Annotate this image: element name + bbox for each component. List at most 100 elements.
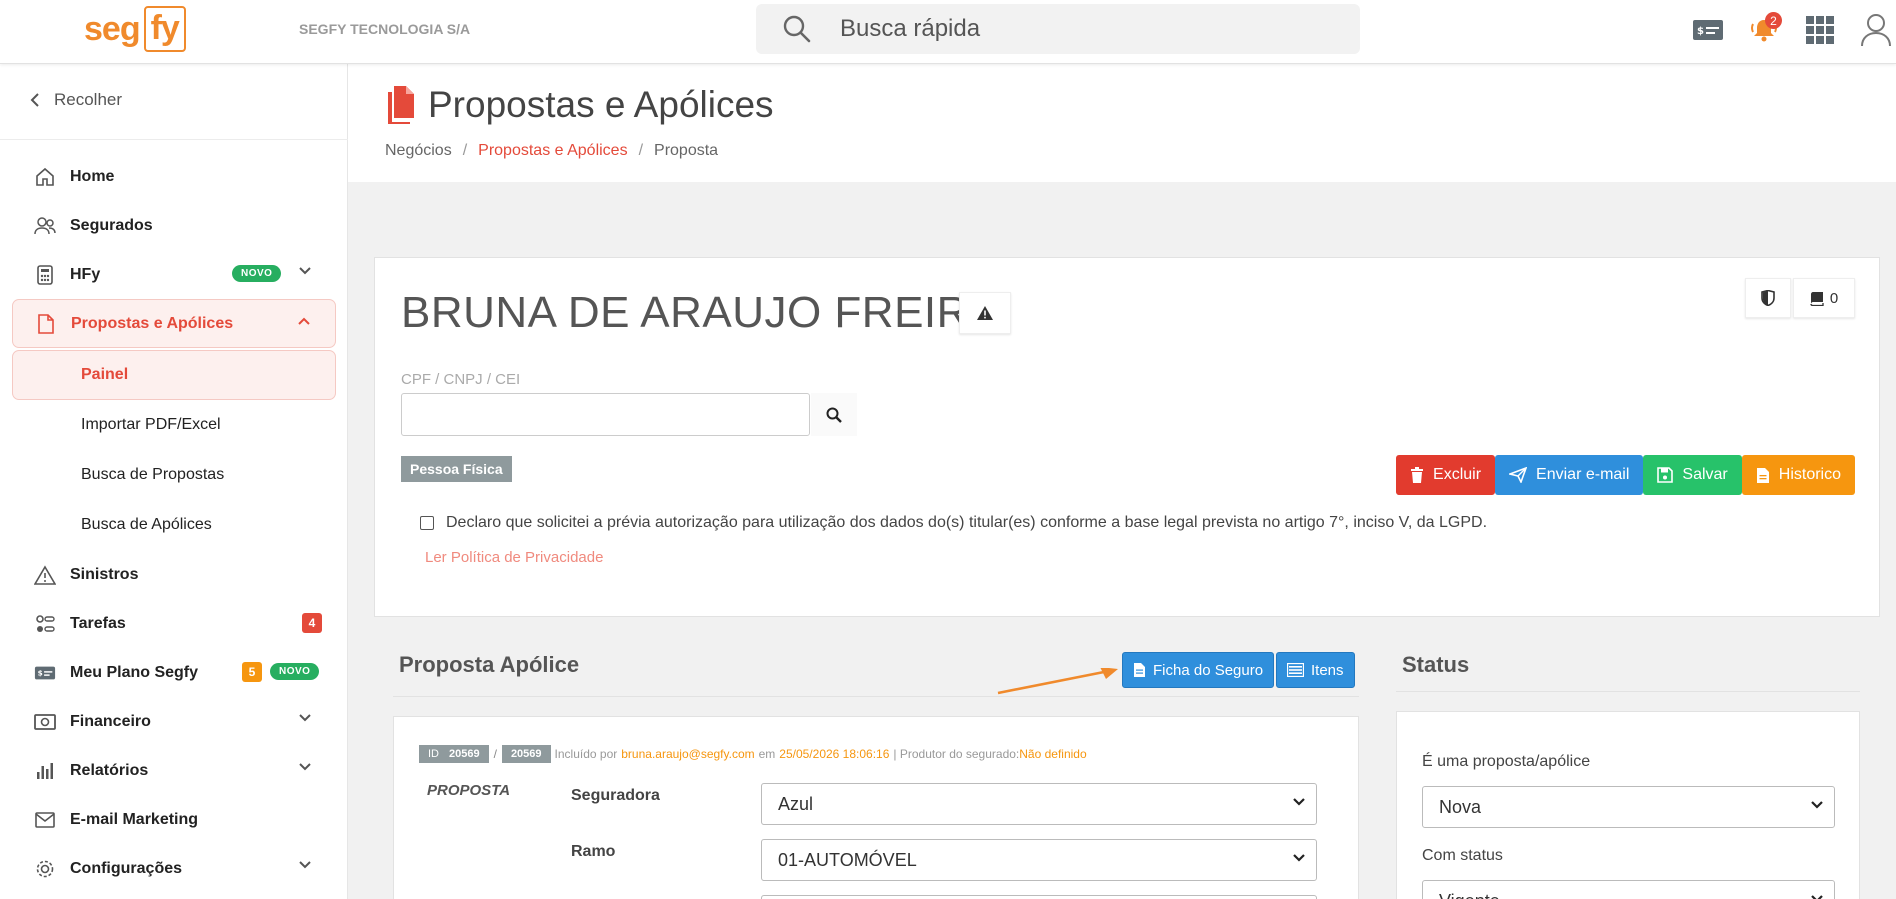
sidebar-item-label: HFy: [70, 265, 101, 283]
plan-count-badge: 5: [242, 662, 262, 682]
sidebar-sub-busca-propostas[interactable]: Busca de Propostas: [12, 450, 336, 500]
cpf-search-button[interactable]: [811, 393, 857, 436]
sidebar-item-financeiro[interactable]: Financeiro: [12, 697, 336, 746]
proposal-card: ID 20569 / 20569 Incluído por bruna.arauj…: [393, 716, 1359, 899]
sidebar-item-tarefas[interactable]: Tarefas 4: [12, 599, 336, 648]
sidebar-sub-busca-apolices[interactable]: Busca de Apólices: [12, 500, 336, 550]
sidebar-item-label: Segurados: [70, 216, 153, 234]
seguradora-select[interactable]: Azul: [761, 783, 1317, 825]
status-select[interactable]: Vigente: [1422, 880, 1835, 899]
breadcrumb-propostas[interactable]: Propostas e Apólices: [478, 142, 627, 160]
billing-icon[interactable]: $: [1688, 10, 1728, 50]
warning-button[interactable]: [959, 292, 1011, 334]
lgpd-consent: Declaro que solicitei a prévia autorizaç…: [420, 514, 1487, 532]
bell-icon[interactable]: 2: [1744, 10, 1784, 50]
proposal-type-select[interactable]: Nova: [1422, 786, 1835, 828]
cpf-input[interactable]: [401, 393, 810, 436]
warning-icon: [34, 564, 56, 586]
sidebar-item-email-marketing[interactable]: E-mail Marketing: [12, 795, 336, 844]
top-bar: seg fy SEGFY TECNOLOGIA S/A $ 2: [0, 0, 1896, 64]
lgpd-checkbox[interactable]: [420, 516, 434, 530]
sidebar-item-relatorios[interactable]: Relatórios: [12, 746, 336, 795]
users-icon: [34, 215, 56, 237]
logo-seg: seg: [84, 9, 141, 48]
ramo-select[interactable]: 01-AUTOMÓVEL: [761, 839, 1317, 881]
sidebar: Recolher Home Segurados HFy NOVO Propost…: [0, 64, 348, 899]
client-name: BRUNA DE ARAUJO FREIRE: [401, 288, 999, 337]
chevron-down-icon: [1811, 801, 1823, 809]
chevron-down-icon: [299, 714, 311, 722]
file-text-icon: [1134, 663, 1145, 677]
proposal-divider: [393, 696, 1359, 697]
chevron-up-icon: [298, 317, 310, 325]
sidebar-item-label: Tarefas: [70, 614, 126, 632]
producer-value[interactable]: Não definido: [1019, 747, 1086, 761]
chevron-down-icon: [1811, 895, 1823, 899]
sidebar-sub-painel[interactable]: Painel: [12, 350, 336, 400]
sidebar-item-configuracoes[interactable]: Configurações: [12, 844, 336, 893]
chevron-down-icon: [299, 763, 311, 771]
itens-button[interactable]: Itens: [1276, 652, 1355, 688]
user-icon[interactable]: [1856, 10, 1896, 50]
user-email[interactable]: bruna.araujo@segfy.com: [621, 747, 754, 761]
save-icon: [1657, 467, 1674, 483]
page-title-text: Propostas e Apólices: [428, 84, 774, 125]
shield-icon: [1761, 290, 1775, 306]
collapse-button[interactable]: Recolher: [30, 90, 122, 110]
sidebar-item-propostas[interactable]: Propostas e Apólices: [12, 299, 336, 348]
next-field-select[interactable]: [761, 895, 1317, 899]
lgpd-text: Declaro que solicitei a prévia autorizaç…: [446, 514, 1488, 531]
breadcrumb-negocios[interactable]: Negócios: [385, 142, 452, 160]
segfy-logo[interactable]: seg fy: [84, 6, 186, 52]
new-badge: NOVO: [270, 663, 320, 680]
svg-text:$: $: [38, 668, 43, 677]
proposal-type-label: PROPOSTA: [427, 782, 511, 799]
quick-search-input[interactable]: [840, 15, 1320, 43]
ficha-do-seguro-button[interactable]: Ficha do Seguro: [1122, 652, 1275, 688]
privacy-policy-link[interactable]: Ler Política de Privacidade: [425, 549, 603, 566]
sidebar-sub-importar[interactable]: Importar PDF/Excel: [12, 400, 336, 450]
send-email-button[interactable]: Enviar e-mail: [1495, 455, 1644, 495]
search-icon: [783, 15, 811, 43]
apps-grid-icon[interactable]: [1800, 10, 1840, 50]
chevron-down-icon: [1293, 798, 1305, 806]
tasks-icon: [34, 613, 56, 635]
producer-text: | Produtor do segurado:: [893, 747, 1020, 761]
on-text: em: [758, 747, 776, 761]
home-icon: [34, 166, 56, 188]
sidebar-item-segurados[interactable]: Segurados: [12, 201, 336, 250]
sidebar-item-hfy[interactable]: HFy NOVO: [12, 250, 336, 299]
sidebar-item-label: Relatórios: [70, 761, 149, 779]
notes-count: 0: [1829, 289, 1839, 307]
notes-button[interactable]: 0: [1793, 278, 1855, 318]
delete-button[interactable]: Excluir: [1396, 455, 1496, 495]
sidebar-item-sinistros[interactable]: Sinistros: [12, 550, 336, 599]
envelope-icon: [34, 809, 56, 831]
gear-icon: [34, 858, 56, 880]
shield-button[interactable]: [1745, 278, 1791, 318]
tasks-count-badge: 4: [302, 613, 322, 633]
search-icon: [826, 407, 842, 423]
sidebar-item-label: Home: [70, 167, 115, 185]
collapse-label: Recolher: [54, 90, 123, 109]
sidebar-item-label: Configurações: [70, 859, 183, 877]
sidebar-item-home[interactable]: Home: [12, 152, 336, 201]
save-button[interactable]: Salvar: [1643, 455, 1742, 495]
history-button[interactable]: Historico: [1741, 455, 1855, 495]
notification-badge: 2: [1765, 12, 1782, 29]
company-name: SEGFY TECNOLOGIA S/A: [299, 21, 471, 37]
breadcrumb-separator: /: [638, 142, 644, 159]
sidebar-item-label: Propostas e Apólices: [71, 314, 234, 332]
sidebar-item-meu-plano[interactable]: $ Meu Plano Segfy 5 NOVO: [12, 648, 336, 697]
document-icon: [388, 86, 414, 124]
proposal-meta: ID 20569 / 20569 Incluído por bruna.arauj…: [419, 745, 1087, 763]
page-header: Propostas e Apólices Negócios / Proposta…: [348, 64, 1896, 182]
book-icon: [1810, 291, 1824, 306]
sidebar-divider: [0, 139, 348, 140]
status-divider: [1396, 691, 1860, 692]
chevron-down-icon: [299, 267, 311, 275]
breadcrumb-proposta: Proposta: [654, 142, 719, 159]
calculator-icon: [34, 264, 56, 286]
person-type-tag: Pessoa Física: [401, 456, 512, 482]
document-icon: [35, 313, 57, 335]
